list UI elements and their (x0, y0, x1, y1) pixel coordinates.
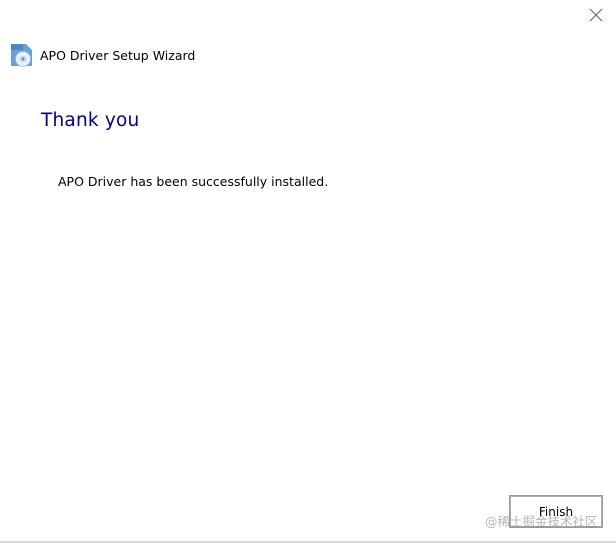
install-success-message: APO Driver has been successfully install… (58, 174, 329, 189)
close-icon (589, 7, 603, 26)
window-title: APO Driver Setup Wizard (40, 47, 196, 63)
setup-wizard-window: APO Driver Setup Wizard Thank you APO Dr… (0, 0, 616, 543)
disc-installer-icon (8, 42, 34, 68)
page-heading: Thank you (41, 110, 140, 131)
close-button[interactable] (584, 4, 608, 28)
finish-button[interactable]: Finish (509, 495, 603, 528)
title-bar: APO Driver Setup Wizard (8, 42, 195, 68)
